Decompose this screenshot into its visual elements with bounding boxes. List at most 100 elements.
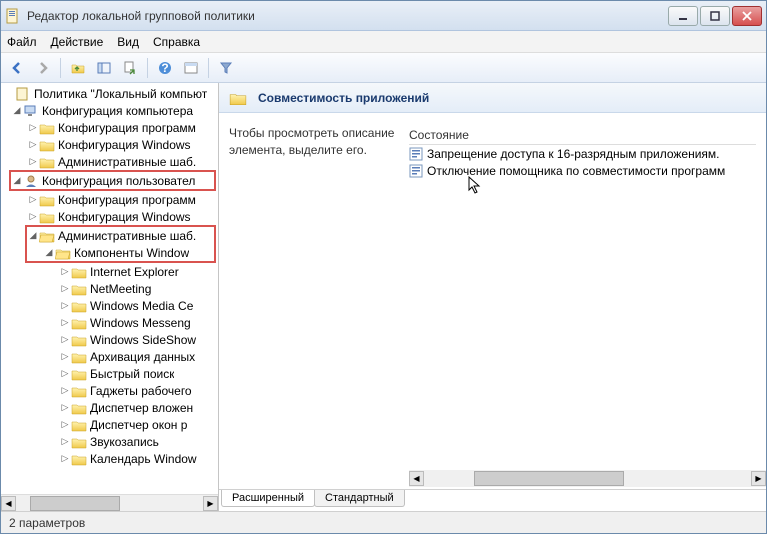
expand-icon[interactable]: ▷	[59, 283, 71, 294]
tree-item[interactable]: ▷Диспетчер вложен	[1, 399, 218, 416]
expand-icon[interactable]: ▷	[59, 300, 71, 311]
expand-icon[interactable]: ▷	[27, 194, 39, 205]
tree-item[interactable]: ▷NetMeeting	[1, 280, 218, 297]
expand-icon[interactable]: ▷	[59, 436, 71, 447]
show-hide-tree-button[interactable]	[92, 56, 116, 80]
expand-icon[interactable]: ▷	[59, 351, 71, 362]
menu-file[interactable]: Файл	[7, 35, 37, 49]
tree-cc-admin[interactable]: ▷Административные шаб.	[1, 153, 218, 170]
menu-action[interactable]: Действие	[51, 35, 104, 49]
tree-cc-software[interactable]: ▷Конфигурация программ	[1, 119, 218, 136]
folder-icon	[39, 138, 55, 152]
scroll-right-icon[interactable]: ▶	[751, 471, 766, 486]
menu-help[interactable]: Справка	[153, 35, 200, 49]
settings-list: Состояние Запрещение доступа к 16-разряд…	[409, 125, 756, 470]
window: Редактор локальной групповой политики Фа…	[0, 0, 767, 534]
expand-icon[interactable]: ▷	[59, 419, 71, 430]
tab-extended[interactable]: Расширенный	[221, 490, 315, 507]
toolbar: ?	[1, 53, 766, 83]
filter-button[interactable]	[214, 56, 238, 80]
scroll-right-icon[interactable]: ▶	[203, 496, 218, 511]
statusbar: 2 параметров	[1, 511, 766, 533]
setting-icon	[409, 164, 423, 178]
tree-item[interactable]: ▷Архивация данных	[1, 348, 218, 365]
expand-icon[interactable]: ▷	[27, 122, 39, 133]
folder-icon	[39, 193, 55, 207]
close-button[interactable]	[732, 6, 762, 26]
collapse-icon[interactable]: ◢	[11, 105, 23, 116]
folder-open-icon	[55, 246, 71, 260]
collapse-icon[interactable]: ◢	[27, 230, 39, 241]
setting-row[interactable]: Отключение помощника по совместимости пр…	[409, 162, 756, 179]
setting-row[interactable]: Запрещение доступа к 16-разрядным прилож…	[409, 145, 756, 162]
expand-icon[interactable]: ▷	[59, 402, 71, 413]
expand-icon[interactable]: ▷	[27, 156, 39, 167]
folder-icon	[71, 452, 87, 466]
tree-hscrollbar[interactable]: ◀ ▶	[1, 494, 218, 511]
tree-pane: Политика "Локальный компьют ◢ Конфигурац…	[1, 83, 219, 511]
detail-hscrollbar[interactable]: ◀ ▶	[409, 470, 766, 487]
tree-item[interactable]: ▷Звукозапись	[1, 433, 218, 450]
detail-pane: Совместимость приложений Чтобы просмотре…	[219, 83, 766, 511]
tree-item[interactable]: ▷Windows SideShow	[1, 331, 218, 348]
folder-icon	[71, 435, 87, 449]
properties-button[interactable]	[179, 56, 203, 80]
expand-icon[interactable]: ▷	[59, 385, 71, 396]
tree-uc-software[interactable]: ▷Конфигурация программ	[1, 191, 218, 208]
up-button[interactable]	[66, 56, 90, 80]
folder-icon	[71, 367, 87, 381]
detail-header: Совместимость приложений	[219, 83, 766, 113]
export-button[interactable]	[118, 56, 142, 80]
tree-item[interactable]: ▷Windows Media Ce	[1, 297, 218, 314]
description-hint: Чтобы просмотреть описание элемента, выд…	[229, 125, 409, 470]
expand-icon[interactable]: ▷	[59, 317, 71, 328]
forward-button[interactable]	[31, 56, 55, 80]
minimize-button[interactable]	[668, 6, 698, 26]
tree-root[interactable]: Политика "Локальный компьют	[1, 85, 218, 102]
menu-view[interactable]: Вид	[117, 35, 139, 49]
content-area: Политика "Локальный компьют ◢ Конфигурац…	[1, 83, 766, 511]
folder-icon	[39, 121, 55, 135]
help-button[interactable]: ?	[153, 56, 177, 80]
cursor-icon	[468, 176, 484, 196]
detail-title: Совместимость приложений	[258, 91, 429, 105]
tree-uc-windows[interactable]: ▷Конфигурация Windows	[1, 208, 218, 225]
expand-icon[interactable]: ▷	[59, 334, 71, 345]
scroll-thumb[interactable]	[474, 471, 624, 486]
expand-icon[interactable]: ▷	[59, 453, 71, 464]
tree-item[interactable]: ▷Быстрый поиск	[1, 365, 218, 382]
tree-item[interactable]: ▷Windows Messeng	[1, 314, 218, 331]
tree-item[interactable]: ▷Internet Explorer	[1, 263, 218, 280]
expand-icon[interactable]: ▷	[59, 266, 71, 277]
scroll-left-icon[interactable]: ◀	[1, 496, 16, 511]
tree[interactable]: Политика "Локальный компьют ◢ Конфигурац…	[1, 83, 218, 494]
menubar: Файл Действие Вид Справка	[1, 31, 766, 53]
expand-icon[interactable]: ▷	[27, 211, 39, 222]
folder-icon	[71, 350, 87, 364]
tree-windows-components[interactable]: ◢Компоненты Window	[27, 244, 214, 261]
scroll-thumb[interactable]	[30, 496, 120, 511]
tree-user-config[interactable]: ◢ Конфигурация пользовател	[11, 172, 214, 189]
scroll-left-icon[interactable]: ◀	[409, 471, 424, 486]
status-text: 2 параметров	[9, 516, 85, 530]
expand-icon[interactable]: ▷	[27, 139, 39, 150]
expand-icon[interactable]: ▷	[59, 368, 71, 379]
folder-icon	[229, 90, 247, 106]
tree-item[interactable]: ▷Календарь Window	[1, 450, 218, 467]
folder-icon	[39, 210, 55, 224]
view-tabs: Расширенный Стандартный	[219, 489, 766, 511]
computer-icon	[23, 104, 39, 118]
collapse-icon[interactable]: ◢	[11, 175, 23, 186]
maximize-button[interactable]	[700, 6, 730, 26]
tree-cc-windows[interactable]: ▷Конфигурация Windows	[1, 136, 218, 153]
tree-uc-admin[interactable]: ◢Административные шаб.	[27, 227, 214, 244]
setting-icon	[409, 147, 423, 161]
tab-standard[interactable]: Стандартный	[314, 490, 405, 507]
back-button[interactable]	[5, 56, 29, 80]
tree-computer-config[interactable]: ◢ Конфигурация компьютера	[1, 102, 218, 119]
folder-icon	[39, 155, 55, 169]
collapse-icon[interactable]: ◢	[43, 247, 55, 258]
tree-item[interactable]: ▷Гаджеты рабочего	[1, 382, 218, 399]
column-header-state[interactable]: Состояние	[409, 125, 756, 145]
tree-item[interactable]: ▷Диспетчер окон р	[1, 416, 218, 433]
